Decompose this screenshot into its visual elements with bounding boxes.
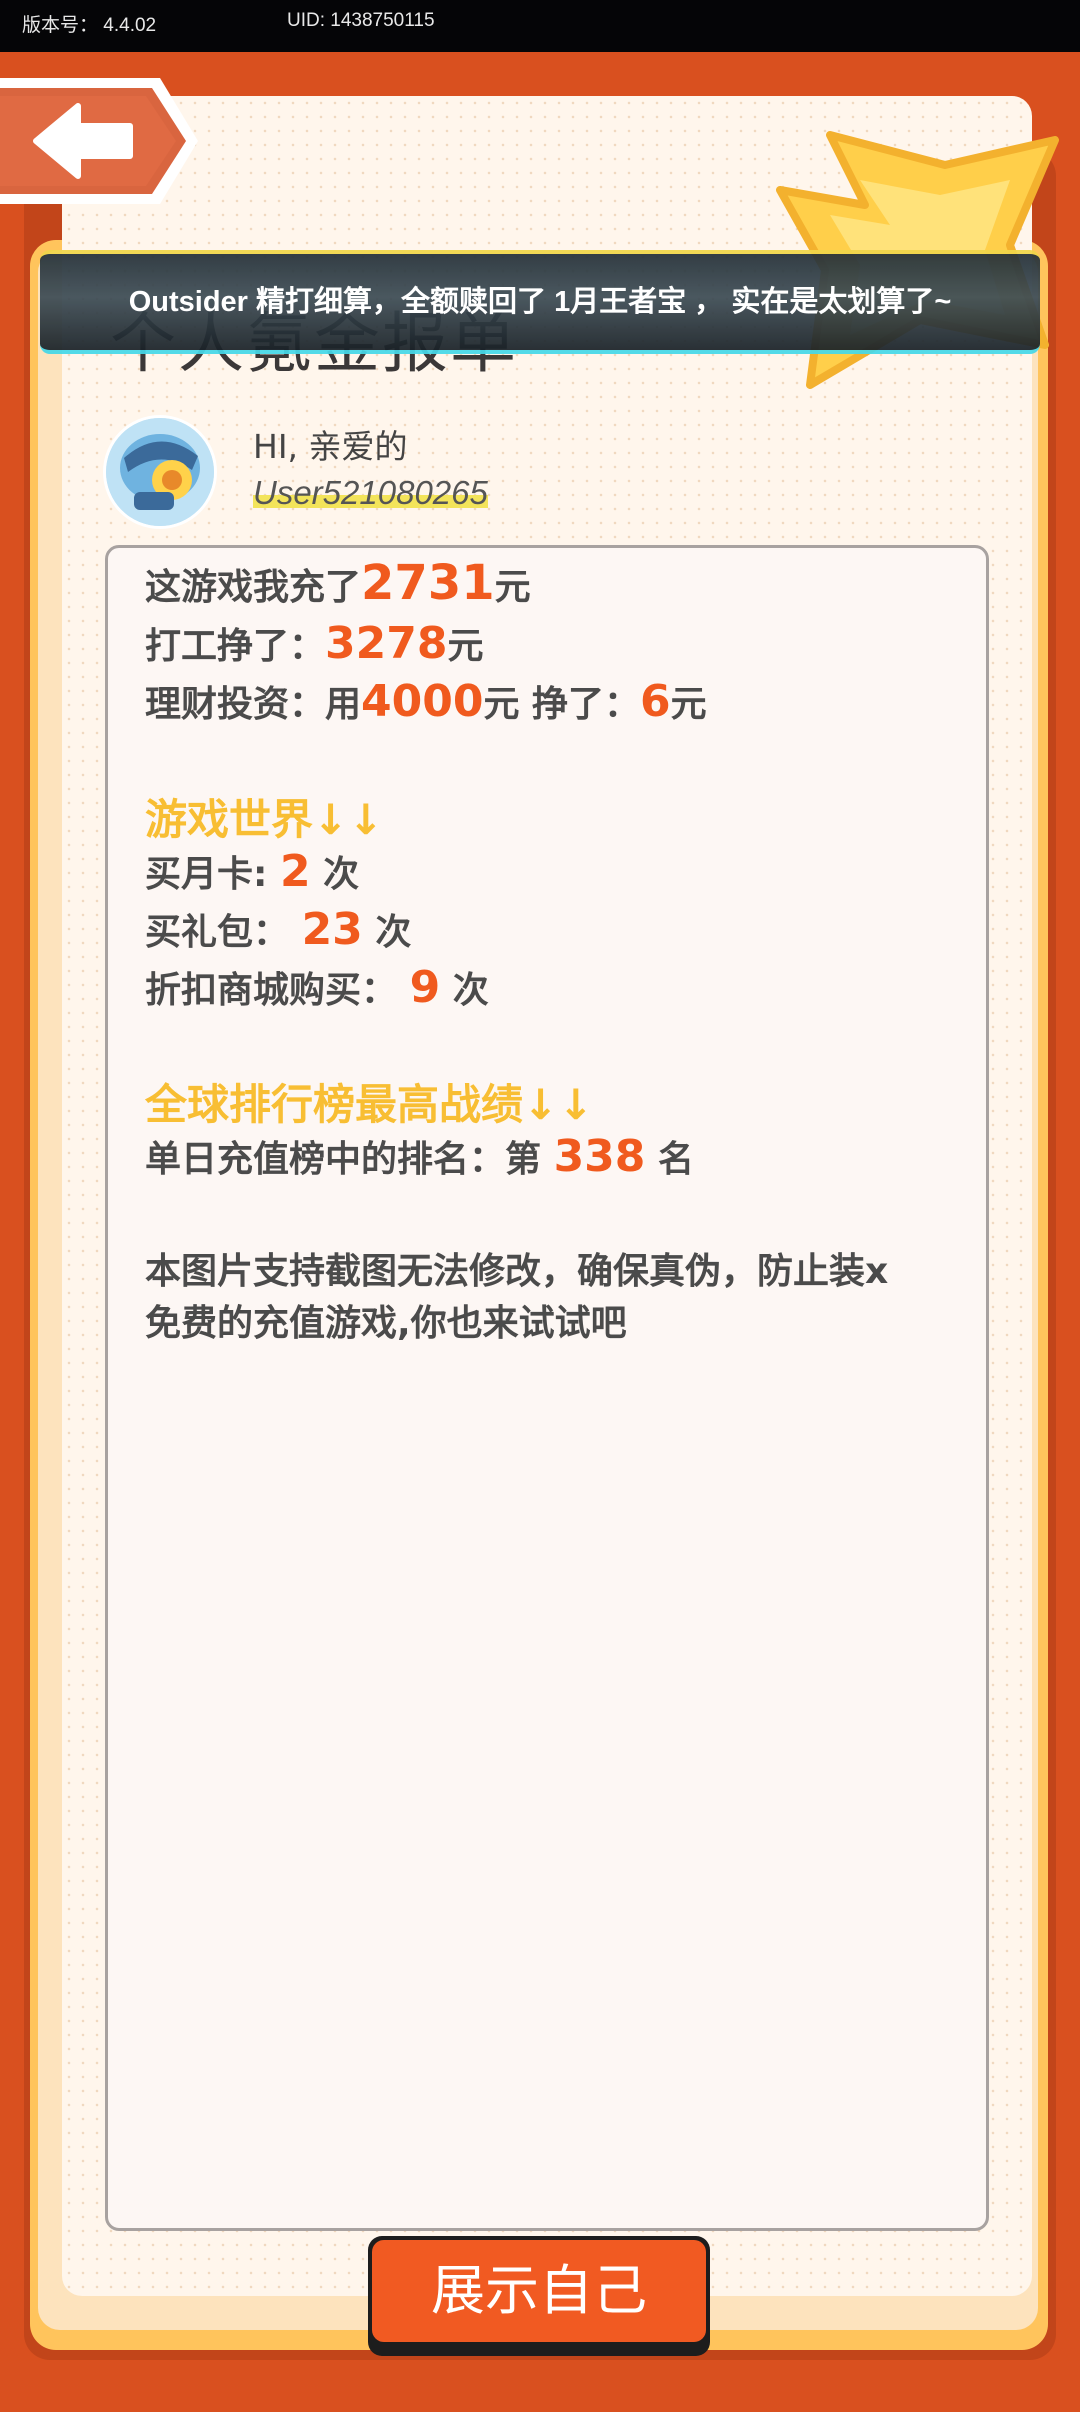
rank-line: 单日充值榜中的排名：第 338 名 [145, 1130, 694, 1182]
monthly-card-label: 买月卡: [145, 854, 268, 895]
footer-note-line2: 免费的充值游戏,你也来试试吧 [145, 1303, 627, 1344]
avatar [106, 418, 214, 526]
monthly-card-unit: 次 [323, 854, 360, 895]
game-world-heading: 游戏世界↓↓ [145, 795, 384, 844]
invest-label: 理财投资：用 [145, 684, 362, 725]
recharge-line: 这游戏我充了2731元 [145, 555, 531, 611]
work-amount: 3278 [325, 618, 448, 669]
monthly-card-count: 2 [279, 846, 311, 897]
show-self-button-label: 展示自己 [372, 2240, 706, 2342]
version-label: 版本号： 4.4.02 [22, 15, 157, 36]
recharge-label: 这游戏我充了 [145, 567, 362, 608]
rank-label: 单日充值榜中的排名：第 [145, 1139, 542, 1180]
gift-pack-count: 23 [301, 904, 363, 955]
recharge-unit: 元 [494, 567, 531, 608]
rank-value: 338 [553, 1131, 646, 1182]
work-unit: 元 [447, 626, 484, 667]
robot-avatar-icon [106, 418, 214, 526]
status-bar: 版本号： 4.4.02 UID: 1438750115 [0, 0, 1080, 52]
notice-banner-text: Outsider 精打细算，全额赎回了 1月王者宝 ， 实在是太划算了~ [128, 286, 952, 318]
work-line: 打工挣了：3278元 [145, 617, 484, 669]
greeting: HI, 亲爱的 [253, 427, 408, 466]
discount-count: 9 [409, 962, 441, 1013]
monthly-card-line: 买月卡: 2 次 [145, 845, 359, 897]
work-label: 打工挣了： [145, 626, 326, 667]
recharge-amount: 2731 [361, 555, 495, 611]
invest-earned: 6 [640, 676, 671, 727]
invest-mid-label: 元 挣了： [483, 684, 641, 725]
back-button[interactable] [0, 72, 200, 210]
discount-unit: 次 [452, 970, 489, 1011]
invest-amount: 4000 [361, 676, 484, 727]
discount-line: 折扣商城购买： 9 次 [145, 961, 489, 1013]
username: User521080265 [253, 474, 488, 512]
ranking-heading: 全球排行榜最高战绩↓↓ [145, 1080, 594, 1129]
invest-line: 理财投资：用4000元 挣了：6元 [145, 675, 707, 727]
gift-pack-label: 买礼包： [145, 912, 290, 953]
footer-note-line1: 本图片支持截图无法修改，确保真伪，防止装x [145, 1251, 889, 1292]
uid-label: UID: 1438750115 [287, 10, 435, 31]
invest-unit: 元 [670, 684, 707, 725]
rank-unit: 名 [657, 1139, 694, 1180]
show-self-button[interactable]: 展示自己 [368, 2236, 710, 2356]
gift-pack-unit: 次 [375, 912, 412, 953]
gift-pack-line: 买礼包： 23 次 [145, 903, 411, 955]
discount-label: 折扣商城购买： [145, 970, 398, 1011]
